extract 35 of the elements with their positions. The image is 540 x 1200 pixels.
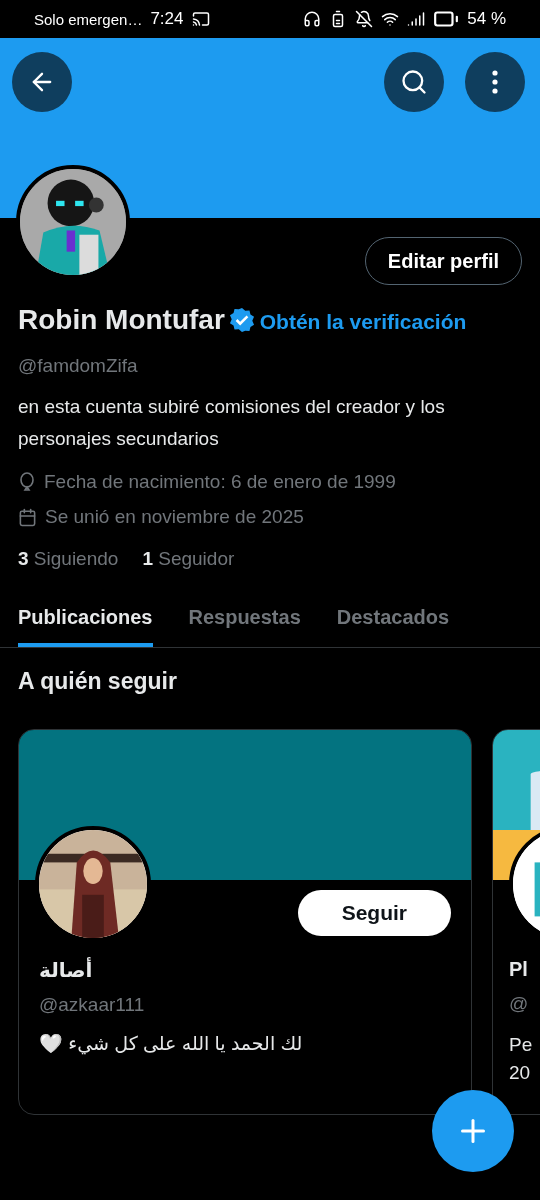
- signal-icon: [407, 10, 426, 28]
- search-button[interactable]: [384, 52, 444, 112]
- profile-bio: en esta cuenta subiré comisiones del creador y los personajes secundarios: [18, 395, 446, 451]
- card-handle: @: [509, 993, 530, 1015]
- search-icon: [400, 68, 428, 96]
- wifi-icon: [381, 10, 400, 28]
- status-text: Solo emergen…: [34, 10, 143, 28]
- more-icon: [492, 70, 498, 94]
- profile-tab[interactable]: Respuestas: [188, 606, 301, 647]
- card-handle: @azkaar111: [39, 994, 146, 1016]
- card-name: أصالة: [39, 958, 93, 982]
- section-title: A quién seguir: [17, 667, 178, 695]
- headphones-icon: [303, 10, 322, 28]
- bell-off-icon: [355, 10, 374, 28]
- card-bio: لك الحمد يا الله على كل شيء 🤍: [39, 1032, 303, 1055]
- balloon-icon: [18, 472, 36, 492]
- verification-link[interactable]: Obtén la verificación: [259, 310, 467, 333]
- profile-tab[interactable]: Publicaciones: [18, 606, 153, 647]
- card-bio: Pe 20: [509, 1033, 534, 1085]
- follow-stat[interactable]: 1 Seguidor: [142, 548, 235, 570]
- battery-percent: 54 %: [467, 9, 506, 29]
- edit-profile-button[interactable]: Editar perfil: [364, 237, 522, 285]
- profile-detail: Fecha de nacimiento: 6 de enero de 1999: [44, 471, 396, 493]
- profile-handle: @famdomZifa: [18, 355, 139, 377]
- profile-name: Robin Montufar: [18, 304, 225, 335]
- back-button[interactable]: [12, 52, 72, 112]
- follow-button[interactable]: Seguir: [297, 890, 451, 936]
- cast-icon: [191, 10, 210, 28]
- follow-stat[interactable]: 3 Siguiendo: [18, 548, 119, 570]
- card-name: Pl: [509, 958, 528, 981]
- profile-detail: Se unió en noviembre de 2025: [45, 506, 304, 528]
- profile-tab[interactable]: Destacados: [336, 606, 450, 647]
- calendar-icon: [18, 507, 37, 527]
- clock: 7:24: [150, 9, 184, 29]
- more-button[interactable]: [465, 52, 525, 112]
